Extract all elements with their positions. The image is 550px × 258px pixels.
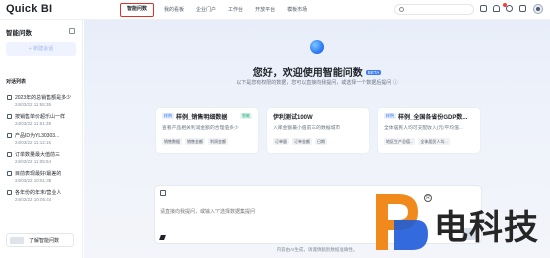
- field-chip: 订单金额: [292, 138, 312, 145]
- list-item[interactable]: 按销售单价超乐山一样 24/03/22 11:51:39: [5, 112, 81, 131]
- field-chip: 全体居民人均...: [418, 138, 450, 145]
- conversation-title: 按销售单价超乐山一样: [15, 114, 66, 120]
- help-icon[interactable]: [480, 5, 487, 12]
- watermark-logo-icon: [376, 194, 428, 250]
- search-icon: [399, 7, 404, 12]
- field-chip: 地区生产总值...: [384, 138, 416, 145]
- sidebar-title: 智能问数: [6, 30, 32, 37]
- top-bar: Quick BI 智能问数 我的看板 企业门户 工作台 开放平台 模板市场: [0, 0, 550, 20]
- conversation-title: 产品ID为YL30303...: [15, 133, 60, 139]
- conversation-time: 24/03/22 10:05:44: [15, 197, 52, 202]
- collapse-sidebar-icon[interactable]: [69, 28, 75, 34]
- card-question[interactable]: 全体居民人均可支配收入(元/平均值...: [384, 124, 476, 131]
- gear-icon[interactable]: [506, 5, 513, 12]
- conversation-list: 2023年的总销售额是多少 24/03/22 11:55:35 按销售单价超乐山…: [5, 93, 81, 207]
- smart-badge: 智能: [240, 113, 252, 119]
- beta-badge: BETA: [365, 70, 382, 75]
- video-thumbnail-icon: [10, 237, 24, 244]
- dataset-card[interactable]: 样例 样例_销售明细数据 智能 查看产品相关利润金额的合理值多少 销售数据 销售…: [156, 108, 258, 153]
- chat-icon: [7, 152, 12, 157]
- field-chip: 订单量: [273, 138, 289, 145]
- nav-item-workbench[interactable]: 工作台: [222, 0, 249, 20]
- field-chips: 销售数据 销售金额 利润金额: [162, 138, 231, 145]
- field-chips: 订单量 订单金额 日期: [273, 138, 330, 145]
- conversation-time: 24/03/22 11:55:35: [15, 102, 51, 107]
- chat-icon: [7, 190, 12, 195]
- nav-item-open-platform[interactable]: 开放平台: [249, 0, 281, 20]
- sidebar: 智能问数 + 新建会话 对话列表 2023年的总销售额是多少 24/03/22 …: [0, 20, 83, 258]
- brush-icon[interactable]: [159, 235, 166, 240]
- field-chip: 利润金额: [208, 138, 228, 145]
- learn-smart-query-button[interactable]: 了解智能问数: [6, 233, 74, 247]
- list-item[interactable]: 2023年的总销售额是多少 24/03/22 11:55:35: [5, 93, 81, 112]
- watermark: R 电科技: [372, 190, 550, 256]
- card-title: 伊利测试100W: [273, 115, 313, 121]
- field-chips: 地区生产总值... 全体居民人均...: [384, 138, 453, 145]
- conversation-title: 订单数量最大值前三: [15, 152, 61, 158]
- welcome-text: 您好，欢迎使用智能问数: [252, 68, 363, 79]
- nav-item-smart-query[interactable]: 智能问数: [120, 3, 155, 17]
- new-chat-button[interactable]: + 新建会话: [6, 42, 76, 56]
- card-title: 样例_全国各省份GDP数...: [398, 115, 468, 121]
- dataset-cards: 样例 样例_销售明细数据 智能 查看产品相关利润金额的合理值多少 销售数据 销售…: [156, 108, 480, 153]
- global-search-input[interactable]: [394, 4, 474, 15]
- chat-icon: [7, 171, 12, 176]
- conversation-title: 2023年的总销售额是多少: [15, 95, 72, 101]
- nav-item-portal[interactable]: 企业门户: [190, 0, 222, 20]
- conversation-title: 各年份的年末/营业人: [15, 190, 62, 196]
- card-question[interactable]: 查看产品相关利润金额的合理值多少: [162, 124, 254, 131]
- chat-icon: [7, 133, 12, 138]
- card-question[interactable]: 入库金额最小值前三的数据城市: [273, 124, 365, 131]
- field-chip: 销售金额: [185, 138, 205, 145]
- list-item[interactable]: 订单数量最大值前三 24/03/22 11:05:54: [5, 150, 81, 169]
- app-logo[interactable]: Quick BI: [6, 3, 52, 15]
- bell-icon[interactable]: [493, 5, 500, 12]
- chat-icon: [7, 95, 12, 100]
- list-item[interactable]: 各年份的年末/营业人 24/03/22 10:05:44: [5, 188, 81, 207]
- dataset-card[interactable]: 样例 样例_全国各省份GDP数... 全体居民人均可支配收入(元/平均值... …: [378, 108, 480, 153]
- field-chip: 日期: [315, 138, 327, 145]
- avatar[interactable]: [533, 4, 543, 14]
- sample-tag: 样例: [384, 113, 396, 119]
- chat-icon: [7, 114, 12, 119]
- conversation-title: 目前表现最好/最差的: [15, 171, 62, 177]
- apps-icon[interactable]: [519, 5, 526, 12]
- list-item[interactable]: 目前表现最好/最差的 24/03/22 10:51:38: [5, 169, 81, 188]
- subtitle: 以下是您有权限的数据，您可以直接向我提问，或选择一个数据后提问 ⓘ: [236, 80, 398, 86]
- list-item[interactable]: 产品ID为YL30303... 24/03/22 11:12:15: [5, 131, 81, 150]
- conversation-time: 24/03/22 11:05:54: [15, 159, 51, 164]
- field-chip: 销售数据: [162, 138, 182, 145]
- main-nav: 智能问数 我的看板 企业门户 工作台 开放平台 模板市场: [120, 0, 313, 20]
- nav-item-template-market[interactable]: 模板市场: [281, 0, 313, 20]
- conversation-time: 24/03/22 11:12:15: [15, 140, 51, 145]
- dataset-card[interactable]: 伊利测试100W 入库金额最小值前三的数据城市 订单量 订单金额 日期: [267, 108, 369, 153]
- watermark-text: 电科技: [434, 208, 539, 248]
- assistant-logo-icon: [310, 40, 324, 54]
- sample-tag: 样例: [162, 113, 174, 119]
- attachment-icon[interactable]: [160, 190, 166, 196]
- conversation-time: 24/03/22 10:51:38: [15, 178, 52, 183]
- page-title: 您好，欢迎使用智能问数 BETA: [84, 64, 550, 79]
- learn-label: 了解智能问数: [29, 238, 60, 244]
- registered-icon: R: [424, 194, 432, 202]
- nav-item-my-dashboard[interactable]: 我的看板: [158, 0, 190, 20]
- conversation-list-title: 对话列表: [6, 79, 27, 85]
- conversation-time: 24/03/22 11:51:39: [15, 121, 51, 126]
